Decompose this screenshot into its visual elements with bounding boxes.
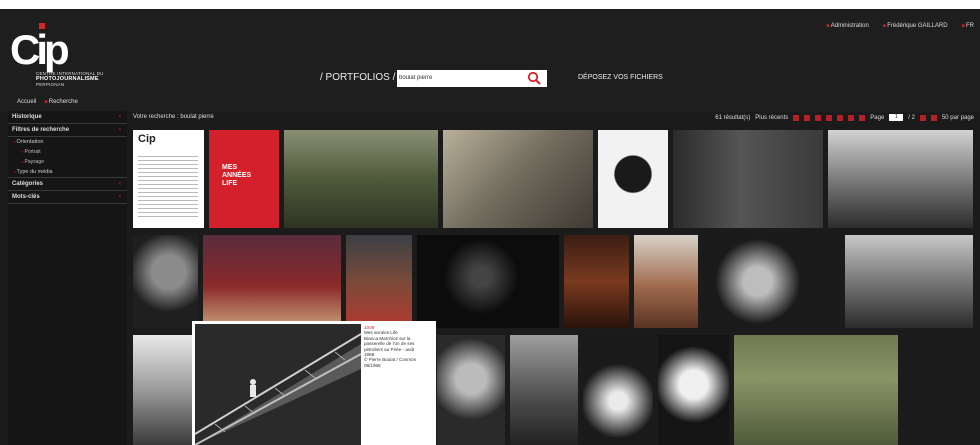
results-title: Votre recherche : boulat pierre	[133, 114, 214, 120]
book-title: MES ANNÉES LIFE	[222, 164, 251, 188]
doc-logo: Cip	[138, 133, 156, 145]
top-strip	[0, 0, 980, 9]
page-label: Page	[870, 114, 885, 121]
results-bar: Votre recherche : boulat pierre 61 résul…	[130, 111, 980, 125]
sidebar-mots-cles[interactable]: Mots-clés ‹	[8, 191, 127, 204]
user-name-link[interactable]: Frédérique GAILLARD	[883, 23, 947, 29]
view-icon[interactable]	[837, 114, 844, 121]
book-title-line: MES	[222, 164, 238, 171]
sidebar-historique[interactable]: Historique ‹	[8, 111, 127, 124]
sidebar-historique-label: Historique	[12, 114, 42, 120]
portfolios-link[interactable]: / PORTFOLIOS /	[320, 72, 395, 83]
per-page-select[interactable]: 50 par page	[942, 115, 974, 121]
chevron-icon: ‹	[119, 194, 121, 200]
photo-thumbnail[interactable]	[437, 335, 505, 445]
preview-line: 08/1968	[364, 362, 381, 368]
photo-thumbnail[interactable]	[598, 130, 668, 228]
filter-paysage[interactable]: Paysage	[8, 157, 127, 167]
chevron-icon: ‹	[119, 181, 121, 187]
photo-thumbnail[interactable]	[583, 335, 653, 445]
breadcrumb-current: Recherche	[44, 99, 78, 105]
search-icon[interactable]	[527, 71, 541, 85]
preview-caption: 1008 Mes années Life Bianca Marchioz sur…	[364, 325, 434, 368]
next-page-icon[interactable]	[919, 114, 926, 121]
photo-thumbnail[interactable]	[564, 235, 629, 328]
sidebar-mots-cles-label: Mots-clés	[12, 194, 40, 200]
view-icon[interactable]	[804, 114, 811, 121]
logo-line-3: PERPIGNAN	[36, 82, 65, 87]
sidebar-filtres-label: Filtres de recherche	[12, 127, 70, 133]
filter-type-media[interactable]: Type du média	[8, 167, 127, 178]
photo-thumbnail[interactable]	[133, 235, 198, 328]
administration-link[interactable]: Administration	[826, 23, 869, 29]
photo-thumbnail[interactable]	[346, 235, 412, 328]
photo-thumbnail-book-cover[interactable]: MES ANNÉES LIFE	[209, 130, 279, 228]
photo-thumbnail[interactable]	[203, 235, 341, 328]
photo-thumbnail[interactable]	[133, 335, 192, 445]
photo-thumbnail[interactable]: Cip	[133, 130, 204, 228]
view-icon[interactable]	[848, 114, 855, 121]
sort-select[interactable]: Plus récents	[755, 115, 788, 121]
photo-preview-popup[interactable]: 1008 Mes années Life Bianca Marchioz sur…	[192, 321, 436, 445]
breadcrumb: Accueil Recherche	[17, 99, 78, 105]
photo-thumbnail[interactable]	[634, 235, 698, 328]
cip-logo[interactable]: Cip CENTRE INTERNATIONAL DU PHOTOJOURNAL…	[10, 23, 120, 89]
sidebar-filtres[interactable]: Filtres de recherche ‹	[8, 124, 127, 137]
photo-thumbnail[interactable]	[417, 235, 559, 328]
photo-thumbnail[interactable]	[703, 235, 840, 328]
deposez-fichiers-link[interactable]: DÉPOSEZ VOS FICHIERS	[578, 74, 663, 81]
search-box	[397, 70, 547, 87]
breadcrumb-home[interactable]: Accueil	[17, 99, 36, 105]
photo-thumbnail[interactable]	[845, 235, 973, 328]
photo-thumbnail[interactable]	[673, 130, 823, 228]
sidebar-categories[interactable]: Catégories ‹	[8, 178, 127, 191]
filter-orientation[interactable]: Orientation	[8, 137, 127, 147]
page-input[interactable]: 1	[889, 114, 904, 121]
search-input[interactable]	[399, 72, 519, 84]
preview-image	[195, 324, 361, 445]
photo-thumbnail[interactable]	[734, 335, 898, 445]
results-count: 61 résultat(s)	[715, 114, 751, 121]
top-right-links: Administration Frédérique GAILLARD FR	[826, 23, 974, 29]
view-icon[interactable]	[815, 114, 822, 121]
view-icon[interactable]	[859, 114, 866, 121]
chevron-icon: ‹	[119, 127, 121, 133]
page-total: / 2	[908, 114, 915, 121]
photo-thumbnail[interactable]	[828, 130, 973, 228]
logo-subtitle: CENTRE INTERNATIONAL DU PHOTOJOURNALISME…	[36, 71, 104, 87]
sidebar: Historique ‹ Filtres de recherche ‹ Orient…	[8, 111, 127, 445]
sidebar-categories-label: Catégories	[12, 181, 44, 187]
results-controls: 61 résultat(s) Plus récents Page 1 / 2 5…	[715, 114, 974, 121]
chevron-icon: ‹	[119, 114, 121, 120]
language-link[interactable]: FR	[962, 23, 974, 29]
header: Cip CENTRE INTERNATIONAL DU PHOTOJOURNAL…	[0, 9, 980, 112]
view-icon[interactable]	[826, 114, 833, 121]
photo-thumbnail[interactable]	[510, 335, 578, 445]
book-title-line: LIFE	[222, 180, 238, 187]
book-title-line: ANNÉES	[222, 172, 252, 179]
photo-thumbnail[interactable]	[658, 335, 729, 445]
logo-letters: Cip	[10, 26, 70, 73]
filter-portrait[interactable]: Portrait	[8, 147, 127, 157]
doc-lines	[138, 156, 198, 220]
view-icon[interactable]	[793, 114, 800, 121]
last-page-icon[interactable]	[930, 114, 937, 121]
photo-thumbnail[interactable]	[284, 130, 438, 228]
gangway-illustration	[195, 324, 361, 445]
photo-thumbnail[interactable]	[443, 130, 593, 228]
